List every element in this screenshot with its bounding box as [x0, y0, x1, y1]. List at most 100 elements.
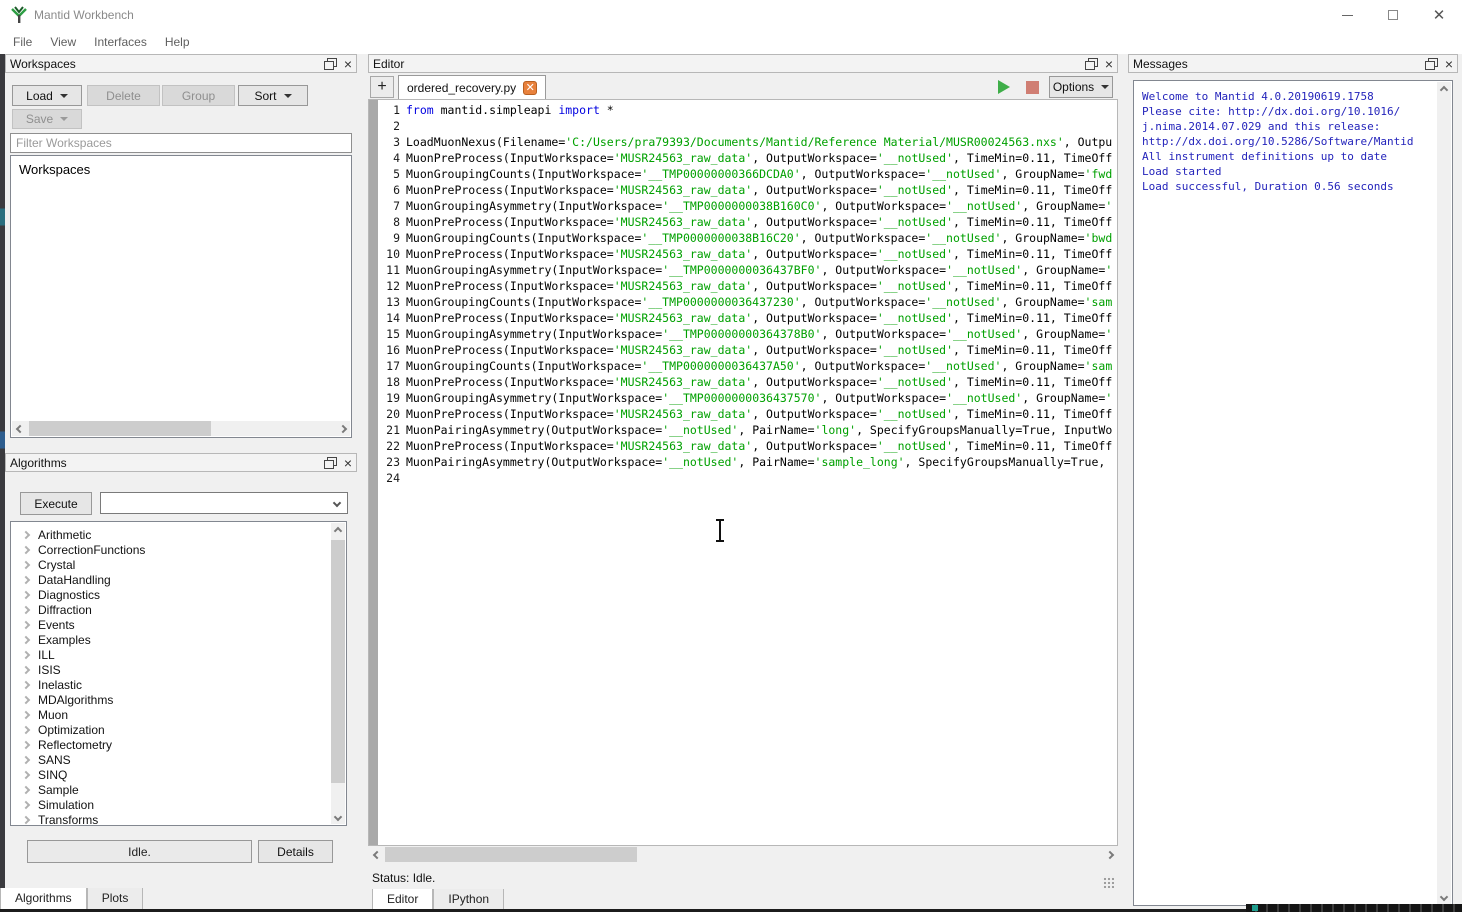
horizontal-scrollbar[interactable]: [12, 421, 350, 436]
chevron-right-icon[interactable]: [22, 590, 30, 598]
scroll-left-icon[interactable]: [369, 847, 384, 862]
chevron-right-icon[interactable]: [22, 815, 30, 823]
save-button[interactable]: Save: [12, 109, 82, 129]
algorithm-category-tree[interactable]: ArithmeticCorrectionFunctionsCrystalData…: [10, 521, 347, 826]
close-panel-icon[interactable]: ×: [344, 456, 352, 470]
algorithm-category-ill[interactable]: ILL: [11, 647, 346, 662]
chevron-right-icon[interactable]: [22, 650, 30, 658]
algorithm-category-inelastic[interactable]: Inelastic: [11, 677, 346, 692]
algorithm-category-examples[interactable]: Examples: [11, 632, 346, 647]
scrollbar-thumb[interactable]: [331, 540, 345, 783]
execute-button[interactable]: Execute: [20, 492, 92, 515]
algorithm-category-datahandling[interactable]: DataHandling: [11, 572, 346, 587]
scroll-up-icon[interactable]: [331, 523, 345, 538]
run-script-button[interactable]: [992, 76, 1016, 98]
close-panel-icon[interactable]: ×: [344, 57, 352, 71]
category-label: Optimization: [38, 723, 105, 737]
algorithm-category-reflectometry[interactable]: Reflectometry: [11, 737, 346, 752]
workspaces-root-item[interactable]: Workspaces: [19, 162, 90, 177]
algorithm-category-simulation[interactable]: Simulation: [11, 797, 346, 812]
algorithm-category-sans[interactable]: SANS: [11, 752, 346, 767]
sort-button[interactable]: Sort: [238, 85, 308, 106]
close-window-button[interactable]: ✕: [1416, 0, 1462, 30]
chevron-right-icon[interactable]: [22, 680, 30, 688]
algorithm-category-sample[interactable]: Sample: [11, 782, 346, 797]
scroll-up-icon[interactable]: [1437, 82, 1451, 97]
line-number: 18: [378, 374, 400, 390]
menu-file[interactable]: File: [4, 31, 41, 53]
algorithm-category-muon[interactable]: Muon: [11, 707, 346, 722]
menu-help[interactable]: Help: [156, 31, 199, 53]
algorithm-category-mdalgorithms[interactable]: MDAlgorithms: [11, 692, 346, 707]
menu-interfaces[interactable]: Interfaces: [85, 31, 156, 53]
chevron-right-icon[interactable]: [22, 635, 30, 643]
messages-log[interactable]: Welcome to Mantid 4.0.20190619.1758 Plea…: [1133, 80, 1453, 906]
tab-algorithms[interactable]: Algorithms: [0, 888, 87, 910]
delete-button[interactable]: Delete: [87, 85, 160, 106]
algorithm-category-diffraction[interactable]: Diffraction: [11, 602, 346, 617]
resize-grip-icon[interactable]: [1102, 876, 1114, 888]
close-panel-icon[interactable]: ×: [1105, 57, 1113, 71]
algorithm-category-events[interactable]: Events: [11, 617, 346, 632]
maximize-button[interactable]: [1370, 0, 1416, 30]
chevron-right-icon[interactable]: [22, 710, 30, 718]
algorithm-category-optimization[interactable]: Optimization: [11, 722, 346, 737]
horizontal-scrollbar[interactable]: [369, 847, 1117, 862]
scrollbar-thumb[interactable]: [29, 421, 211, 436]
scrollbar-thumb[interactable]: [385, 847, 637, 862]
minimize-button[interactable]: [1324, 0, 1370, 30]
chevron-right-icon[interactable]: [22, 575, 30, 583]
close-panel-icon[interactable]: ×: [1445, 57, 1453, 71]
load-button[interactable]: Load: [12, 85, 82, 106]
details-button[interactable]: Details: [258, 840, 333, 863]
menu-view[interactable]: View: [41, 31, 85, 53]
algorithm-category-isis[interactable]: ISIS: [11, 662, 346, 677]
chevron-right-icon[interactable]: [22, 560, 30, 568]
chevron-right-icon[interactable]: [22, 770, 30, 778]
scroll-left-icon[interactable]: [12, 421, 27, 436]
code-line: 1from mantid.simpleapi import *: [369, 102, 1116, 118]
scroll-right-icon[interactable]: [1102, 847, 1117, 862]
undock-icon[interactable]: [1425, 58, 1437, 69]
undock-icon[interactable]: [1085, 58, 1097, 69]
algorithm-category-correctionfunctions[interactable]: CorrectionFunctions: [11, 542, 346, 557]
code-editor[interactable]: 1from mantid.simpleapi import *23LoadMuo…: [368, 99, 1118, 846]
algorithm-category-arithmetic[interactable]: Arithmetic: [11, 527, 346, 542]
scroll-down-icon[interactable]: [331, 809, 345, 824]
algorithm-category-transforms[interactable]: Transforms: [11, 812, 346, 826]
chevron-right-icon[interactable]: [22, 755, 30, 763]
undock-icon[interactable]: [324, 457, 336, 468]
chevron-right-icon[interactable]: [22, 665, 30, 673]
algorithm-category-diagnostics[interactable]: Diagnostics: [11, 587, 346, 602]
chevron-right-icon[interactable]: [22, 785, 30, 793]
new-tab-button[interactable]: +: [370, 76, 394, 98]
group-button[interactable]: Group: [162, 85, 235, 106]
options-button[interactable]: Options: [1049, 76, 1113, 98]
line-number: 24: [378, 470, 400, 486]
chevron-right-icon[interactable]: [22, 620, 30, 628]
chevron-right-icon[interactable]: [22, 800, 30, 808]
vertical-scrollbar[interactable]: [1437, 82, 1451, 904]
chevron-right-icon[interactable]: [22, 695, 30, 703]
undock-icon[interactable]: [324, 58, 336, 69]
code-text: MuonGroupingCounts(InputWorkspace='__TMP…: [406, 166, 1116, 182]
chevron-right-icon[interactable]: [22, 545, 30, 553]
algorithm-search-combobox[interactable]: [100, 492, 348, 514]
tab-ordered-recovery[interactable]: ordered_recovery.py ✕: [398, 75, 546, 99]
chevron-right-icon[interactable]: [22, 605, 30, 613]
algorithm-category-crystal[interactable]: Crystal: [11, 557, 346, 572]
tab-editor[interactable]: Editor: [372, 889, 433, 911]
stop-script-button[interactable]: [1020, 76, 1044, 98]
close-tab-icon[interactable]: ✕: [523, 81, 537, 95]
chevron-right-icon[interactable]: [22, 725, 30, 733]
vertical-scrollbar[interactable]: [331, 523, 345, 824]
tab-plots[interactable]: Plots: [87, 888, 144, 910]
chevron-right-icon[interactable]: [22, 740, 30, 748]
workspaces-tree[interactable]: Workspaces: [10, 155, 352, 438]
scroll-right-icon[interactable]: [335, 421, 350, 436]
tab-ipython[interactable]: IPython: [433, 889, 504, 911]
algorithm-category-sinq[interactable]: SINQ: [11, 767, 346, 782]
filter-workspaces-input[interactable]: [10, 133, 352, 153]
chevron-right-icon[interactable]: [22, 530, 30, 538]
scroll-down-icon[interactable]: [1437, 889, 1451, 904]
